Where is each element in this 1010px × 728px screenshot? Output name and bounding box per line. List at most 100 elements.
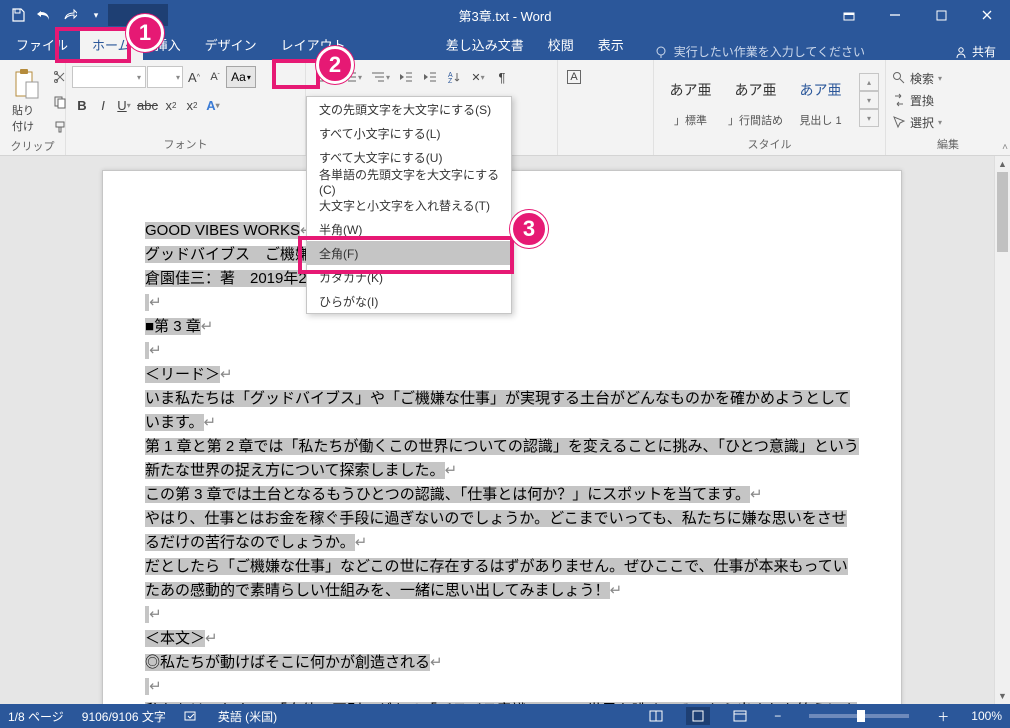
styles-scroll-down[interactable]: ▾: [859, 91, 879, 109]
document-line: ↵: [145, 339, 859, 363]
styles-group-label: スタイル: [660, 136, 879, 155]
style-heading1[interactable]: あア亜 見出し 1: [790, 71, 851, 129]
change-case-button[interactable]: Aa▾: [226, 66, 256, 88]
tab-mailings[interactable]: 差し込み文書: [434, 28, 536, 60]
multilevel-list-button[interactable]: ▾: [368, 66, 392, 88]
paste-label: 貼り付け: [12, 102, 40, 134]
menu-katakana[interactable]: カタカナ(K): [307, 265, 511, 289]
document-line: いま私たちは「グッドバイブス」や「ご機嫌な仕事」が実現する土台がどんなものかを確…: [145, 387, 859, 435]
status-language[interactable]: 英語 (米国): [218, 708, 277, 725]
maximize-button[interactable]: [918, 0, 964, 30]
qat-dropdown-icon[interactable]: ▾: [84, 3, 108, 27]
menu-hiragana[interactable]: ひらがな(I): [307, 289, 511, 313]
window-controls: [826, 0, 1010, 30]
callout-2: 2: [316, 46, 354, 84]
quick-access-toolbar: ▾: [0, 3, 108, 27]
zoom-in-button[interactable]: ＋: [933, 708, 953, 725]
font-name-combo[interactable]: ▾: [72, 66, 146, 88]
status-spellcheck-icon[interactable]: [184, 709, 200, 723]
decrease-indent-button[interactable]: [396, 66, 416, 88]
show-hide-button[interactable]: ¶: [492, 66, 512, 88]
document-line: 第 1 章と第 2 章では「私たちが働くこの世界についての認識」を変えることに挑…: [145, 435, 859, 483]
superscript-button[interactable]: x2: [182, 94, 202, 116]
view-web-layout[interactable]: [728, 707, 752, 725]
sort-button[interactable]: AZ: [444, 66, 464, 88]
select-icon: [892, 115, 906, 129]
shrink-font-button[interactable]: Aˇ: [205, 66, 225, 88]
svg-text:Z: Z: [448, 78, 453, 84]
close-button[interactable]: [964, 0, 1010, 30]
char-border-button[interactable]: A: [564, 66, 584, 88]
underline-button[interactable]: U▾: [114, 94, 134, 116]
status-word-count[interactable]: 9106/9106 文字: [82, 708, 166, 725]
zoom-level[interactable]: 100%: [971, 709, 1002, 723]
view-print-layout[interactable]: [686, 707, 710, 725]
italic-button[interactable]: I: [93, 94, 113, 116]
group-hidden: A: [558, 60, 654, 155]
search-icon: [892, 71, 906, 85]
editing-group-label: 編集: [892, 136, 1004, 155]
group-font: ▾ ▾ A^ Aˇ Aa▾ B I U▾ abc x2 x2 A▾ フォント: [66, 60, 306, 155]
document-line: ■第 3 章↵: [145, 315, 859, 339]
scroll-up-icon[interactable]: ▲: [995, 156, 1010, 172]
document-line: ＜リード＞↵: [145, 363, 859, 387]
replace-button[interactable]: 置換: [892, 90, 934, 110]
menu-toggle-case[interactable]: 大文字と小文字を入れ替える(T): [307, 193, 511, 217]
tab-view[interactable]: 表示: [586, 28, 636, 60]
cut-icon: [53, 70, 67, 84]
scroll-down-icon[interactable]: ▼: [995, 688, 1010, 704]
strikethrough-button[interactable]: abc: [135, 94, 160, 116]
find-button[interactable]: 検索▾: [892, 68, 942, 88]
tell-me-box[interactable]: 実行したい作業を入力してください: [654, 43, 865, 60]
document-line: ◎私たちが動けばそこに何かが創造される↵: [145, 651, 859, 675]
zoom-slider[interactable]: [809, 714, 909, 718]
style-normal[interactable]: あア亜 」標準: [660, 71, 721, 129]
asian-layout-button[interactable]: ✕▾: [468, 66, 488, 88]
menu-sentence-case[interactable]: 文の先頭文字を大文字にする(S): [307, 97, 511, 121]
select-button[interactable]: 選択▾: [892, 112, 942, 132]
document-line: ↵: [145, 603, 859, 627]
bold-button[interactable]: B: [72, 94, 92, 116]
zoom-out-button[interactable]: −: [770, 709, 785, 723]
document-line: ↵: [145, 675, 859, 699]
menu-capitalize-each[interactable]: 各単語の先頭文字を大文字にする(C): [307, 169, 511, 193]
font-group-label: フォント: [72, 136, 299, 155]
brush-icon: [53, 120, 67, 134]
status-page[interactable]: 1/8 ページ: [8, 708, 64, 725]
vertical-scrollbar[interactable]: ▲ ▼: [994, 156, 1010, 704]
save-icon[interactable]: [6, 3, 30, 27]
group-clipboard: 貼り付け クリップボ…: [0, 60, 66, 155]
styles-scroll-up[interactable]: ▴: [859, 73, 879, 91]
text-effects-button[interactable]: A▾: [203, 94, 223, 116]
redo-icon[interactable]: [58, 3, 82, 27]
share-button[interactable]: 共有: [954, 43, 996, 60]
paste-icon: [12, 68, 40, 100]
share-icon: [954, 45, 968, 59]
group-editing: 検索▾ 置換 選択▾ 編集: [886, 60, 1010, 155]
document-line: ＜本文＞↵: [145, 627, 859, 651]
copy-icon: [53, 95, 67, 109]
share-label: 共有: [972, 43, 996, 60]
subscript-button[interactable]: x2: [161, 94, 181, 116]
ribbon-display-options-icon[interactable]: [826, 0, 872, 30]
minimize-button[interactable]: [872, 0, 918, 30]
scroll-thumb[interactable]: [997, 172, 1008, 252]
font-size-combo[interactable]: ▾: [147, 66, 183, 88]
increase-indent-button[interactable]: [420, 66, 440, 88]
styles-expand[interactable]: ▾: [859, 109, 879, 127]
style-no-spacing[interactable]: あア亜 」行間詰め: [725, 71, 786, 129]
view-read-mode[interactable]: [644, 707, 668, 725]
collapse-ribbon-icon[interactable]: ˄: [1002, 142, 1008, 153]
callout-3: 3: [510, 210, 548, 248]
tab-review[interactable]: 校閲: [536, 28, 586, 60]
undo-icon[interactable]: [32, 3, 56, 27]
change-case-menu: 文の先頭文字を大文字にする(S) すべて小文字にする(L) すべて大文字にする(…: [306, 96, 512, 314]
menu-lowercase[interactable]: すべて小文字にする(L): [307, 121, 511, 145]
menu-fullwidth[interactable]: 全角(F): [307, 241, 511, 265]
tab-file[interactable]: ファイル: [4, 28, 80, 60]
paste-button[interactable]: 貼り付け: [6, 64, 46, 138]
menu-halfwidth[interactable]: 半角(W): [307, 217, 511, 241]
tab-design[interactable]: デザイン: [193, 28, 269, 60]
replace-icon: [892, 93, 906, 107]
grow-font-button[interactable]: A^: [184, 66, 204, 88]
